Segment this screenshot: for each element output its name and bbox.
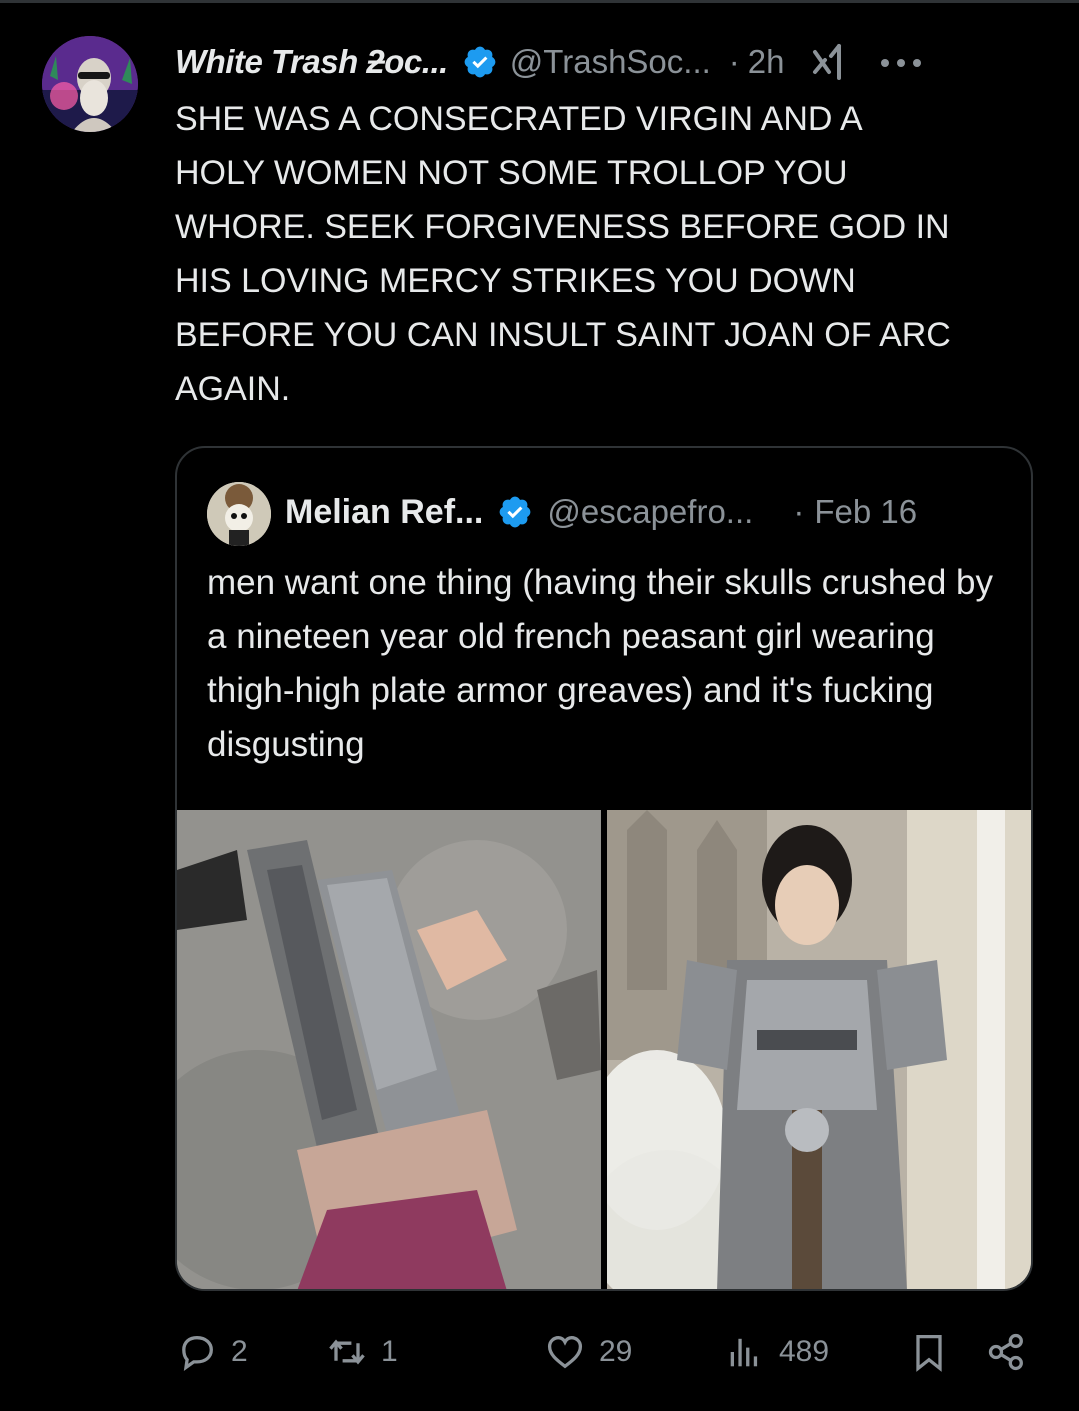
bookmark-icon <box>907 1330 951 1374</box>
views-count: 489 <box>779 1335 830 1368</box>
quoted-separator-dot: · <box>793 493 805 530</box>
photo-icon <box>177 810 601 1289</box>
author-avatar[interactable] <box>42 36 138 132</box>
quoted-author-handle[interactable]: @escapefro... <box>547 493 753 531</box>
quoted-tweet-text: men want one thing (having their skulls … <box>207 563 993 764</box>
quoted-tweet-date[interactable]: Feb 16 <box>814 493 917 531</box>
repost-count: 1 <box>381 1335 398 1368</box>
author-display-name[interactable]: White Trash ƻoc... <box>175 43 448 81</box>
bookmark-button[interactable] <box>907 1322 951 1382</box>
tweet-text: SHE WAS A CONSECRATED VIRGIN AND A HOLY … <box>175 100 951 408</box>
heart-icon <box>543 1330 587 1374</box>
repost-button[interactable]: 1 <box>325 1322 398 1382</box>
views-icon <box>723 1330 767 1374</box>
separator-dot: · <box>728 43 740 80</box>
tweet-header: White Trash ƻoc... @TrashSoc... · 2h <box>175 34 923 90</box>
quoted-tweet-card[interactable]: Melian Ref... @escapefro... · Feb 16 men… <box>175 446 1033 1291</box>
verified-badge-icon <box>462 44 498 80</box>
quoted-author-display-name[interactable]: Melian Ref... <box>285 493 483 532</box>
grok-icon[interactable] <box>809 42 849 82</box>
photo-icon <box>607 810 1031 1289</box>
share-icon <box>985 1330 1029 1374</box>
repost-icon <box>325 1330 369 1374</box>
media-photo-greaves[interactable] <box>177 810 601 1289</box>
tweet-timestamp[interactable]: 2h <box>748 43 785 81</box>
quoted-author-avatar[interactable] <box>207 482 271 546</box>
quoted-verified-badge-icon <box>497 494 533 530</box>
like-button[interactable]: 29 <box>543 1322 632 1382</box>
reply-count: 2 <box>231 1335 248 1368</box>
tweet-actions: 2 1 29 489 <box>175 1322 1035 1382</box>
reply-button[interactable]: 2 <box>175 1322 248 1382</box>
like-count: 29 <box>599 1335 633 1368</box>
more-icon[interactable] <box>879 56 923 68</box>
media-painting-joan-of-arc[interactable] <box>607 810 1031 1289</box>
share-button[interactable] <box>985 1322 1029 1382</box>
views-button[interactable]: 489 <box>723 1322 829 1382</box>
quoted-tweet-header: Melian Ref... @escapefro... · Feb 16 <box>285 486 917 538</box>
top-divider <box>0 0 1079 3</box>
quoted-media-grid <box>177 810 1031 1289</box>
reply-icon <box>175 1330 219 1374</box>
author-handle[interactable]: @TrashSoc... <box>510 43 711 81</box>
